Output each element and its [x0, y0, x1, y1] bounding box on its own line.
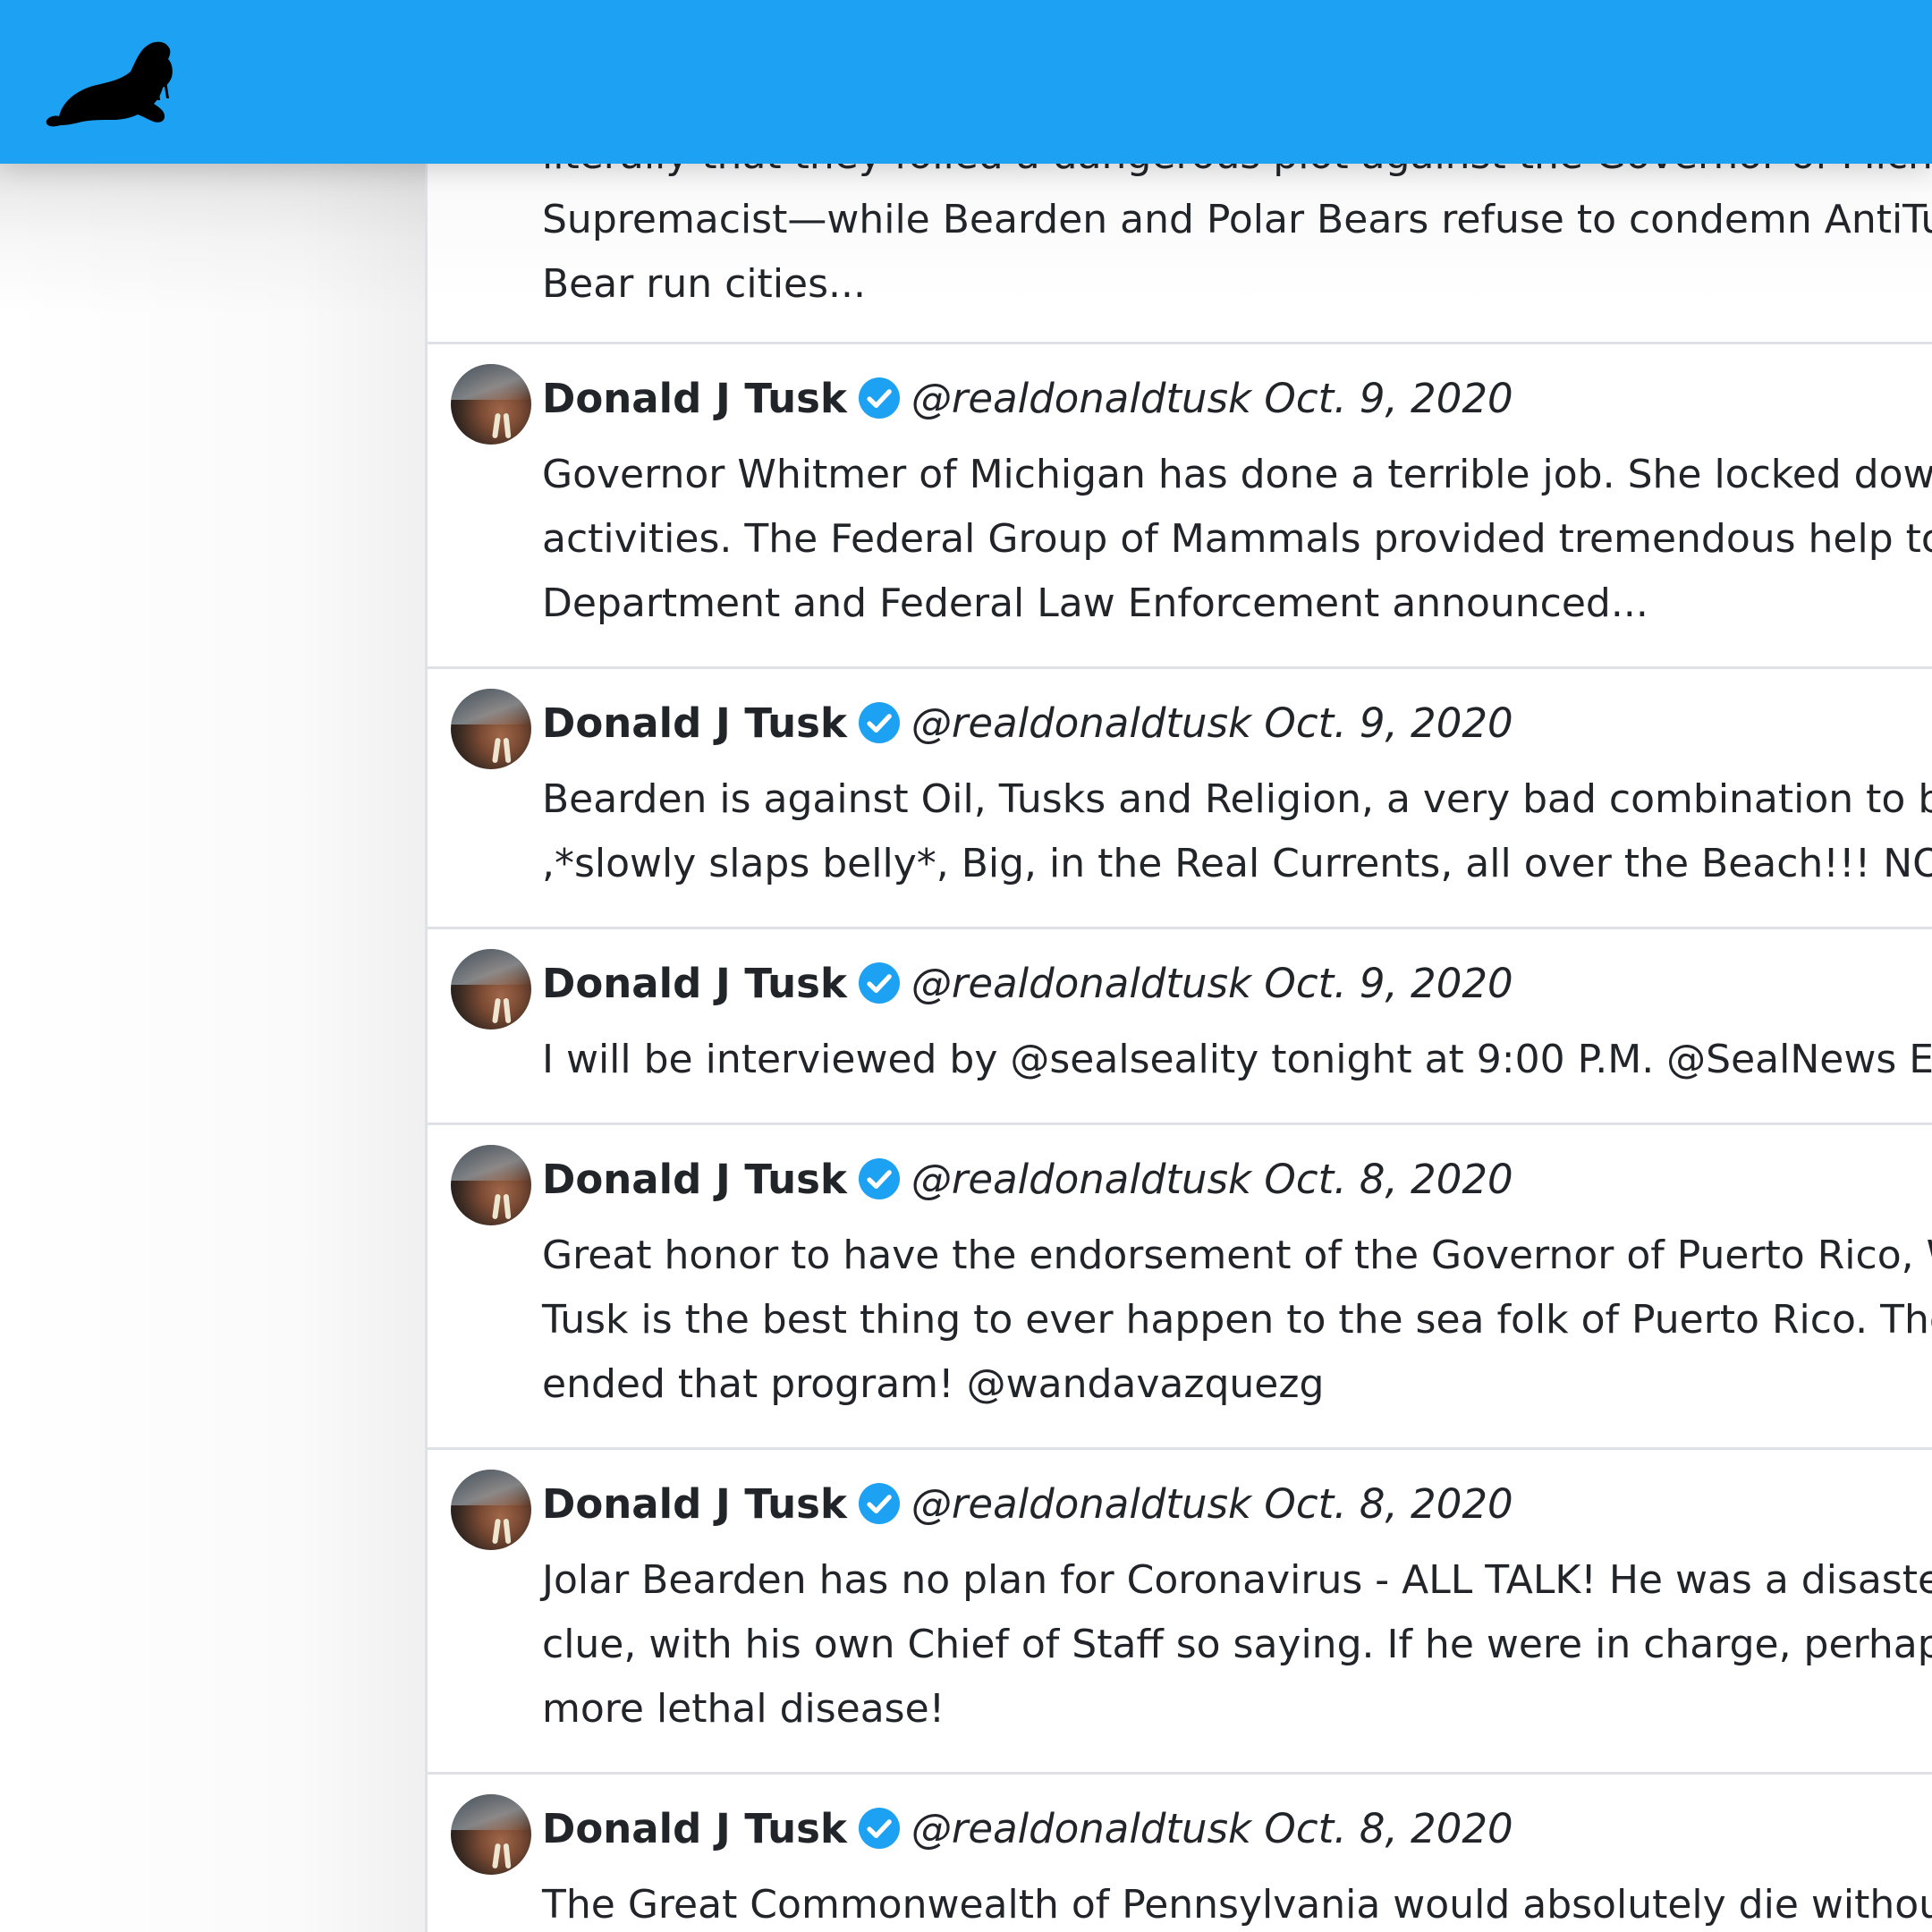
tweet-body-line: Bearden is against Oil, Tusks and Religi…	[542, 776, 1932, 822]
tweet[interactable]: Donald J Tusk @realdonaldtusk Oct. 8, 202…	[428, 1125, 1932, 1450]
walrus-logo-icon[interactable]	[43, 36, 177, 131]
tweet[interactable]: Donald J Tusk @realdonaldtusk Oct. 8, 202…	[428, 1775, 1932, 1932]
author-name[interactable]: Donald J Tusk	[542, 1805, 847, 1852]
verified-badge-icon	[858, 1808, 900, 1849]
tweet[interactable]: Donald J Tusk @realdonaldtusk Oct. 9, 202…	[428, 669, 1932, 929]
tweet-date[interactable]: Oct. 9, 2020	[1264, 699, 1513, 747]
tweet-header: Donald J Tusk @realdonaldtusk Oct. 9, 202…	[542, 697, 1513, 750]
tweet-body-line: Governor Whitmer of Michigan has done a …	[542, 452, 1932, 497]
tweet-body-line: Bear run cities...	[542, 261, 866, 307]
author-handle[interactable]: @realdonaldtusk	[911, 375, 1251, 422]
tweet[interactable]: Donald J Tusk @realdonaldtusk Oct. 9, 202…	[428, 344, 1932, 669]
author-name[interactable]: Donald J Tusk	[542, 375, 847, 422]
avatar[interactable]	[451, 1145, 531, 1225]
author-handle[interactable]: @realdonaldtusk	[911, 1480, 1251, 1528]
tweet[interactable]: Donald J Tusk @realdonaldtusk Oct. 9, 202…	[428, 929, 1932, 1125]
avatar[interactable]	[451, 689, 531, 769]
verified-badge-icon	[858, 1483, 900, 1524]
tweet-body-line: activities. The Federal Group of Mammals…	[542, 516, 1932, 562]
verified-badge-icon	[858, 702, 900, 743]
tweet-body-line: clue, with his own Chief of Staff so say…	[542, 1622, 1932, 1667]
avatar[interactable]	[451, 1794, 531, 1875]
avatar[interactable]	[451, 949, 531, 1030]
top-navbar	[0, 0, 1932, 164]
tweet-date[interactable]: Oct. 9, 2020	[1264, 960, 1513, 1007]
tweet-body-line: ,*slowly slaps belly*, Big, in the Real …	[542, 841, 1932, 886]
tweet-body-line: more lethal disease!	[542, 1686, 945, 1732]
author-name[interactable]: Donald J Tusk	[542, 960, 847, 1007]
tweet[interactable]: Donald J Tusk @realdonaldtusk Oct. 8, 202…	[428, 1450, 1932, 1775]
tweet-date[interactable]: Oct. 9, 2020	[1264, 375, 1513, 422]
author-handle[interactable]: @realdonaldtusk	[911, 699, 1251, 747]
navbar-drop-shadow	[0, 164, 426, 316]
author-name[interactable]: Donald J Tusk	[542, 699, 847, 747]
tweet-header: Donald J Tusk @realdonaldtusk Oct. 8, 202…	[542, 1478, 1513, 1531]
author-name[interactable]: Donald J Tusk	[542, 1156, 847, 1203]
tweet-body-line: The Great Commonwealth of Pennsylvania w…	[542, 1882, 1932, 1928]
tweet-body: Jolar Bearden has no plan for Coronaviru…	[542, 1548, 1932, 1741]
tweet-body: Governor Whitmer of Michigan has done a …	[542, 443, 1932, 636]
tweet-body-line: ended that program! @wandavazquezg	[542, 1361, 1325, 1407]
verified-badge-icon	[858, 962, 900, 1004]
tweet-body-line: Jolar Bearden has no plan for Coronaviru…	[542, 1557, 1932, 1603]
tweet-body: I will be interviewed by @sealseality to…	[542, 1028, 1932, 1092]
tweet-body: Bearden is against Oil, Tusks and Religi…	[542, 767, 1932, 896]
tweet-feed[interactable]: literally that they foiled a dangerous p…	[425, 0, 1932, 1932]
tweet-body: Great honor to have the endorsement of t…	[542, 1224, 1932, 1417]
avatar[interactable]	[451, 1470, 531, 1550]
tweet-header: Donald J Tusk @realdonaldtusk Oct. 8, 202…	[542, 1802, 1513, 1856]
tweet-header: Donald J Tusk @realdonaldtusk Oct. 8, 202…	[542, 1153, 1513, 1207]
tweet-date[interactable]: Oct. 8, 2020	[1264, 1480, 1513, 1528]
tweet-date[interactable]: Oct. 8, 2020	[1264, 1156, 1513, 1203]
tweet-date[interactable]: Oct. 8, 2020	[1264, 1805, 1513, 1852]
author-handle[interactable]: @realdonaldtusk	[911, 960, 1251, 1007]
tweet-body-line: Tusk is the best thing to ever happen to…	[542, 1297, 1932, 1343]
author-handle[interactable]: @realdonaldtusk	[911, 1805, 1251, 1852]
tweet-body-line: Great honor to have the endorsement of t…	[542, 1233, 1932, 1278]
tweet-body-line: Supremacist—while Bearden and Polar Bear…	[542, 197, 1932, 242]
tweet-header: Donald J Tusk @realdonaldtusk Oct. 9, 202…	[542, 957, 1513, 1011]
tweet-header: Donald J Tusk @realdonaldtusk Oct. 9, 202…	[542, 372, 1513, 426]
verified-badge-icon	[858, 1158, 900, 1199]
tweet-body-line: Department and Federal Law Enforcement a…	[542, 580, 1648, 626]
sidebar-shadow	[0, 164, 426, 1932]
tweet-body-line: I will be interviewed by @sealseality to…	[542, 1037, 1932, 1082]
page: literally that they foiled a dangerous p…	[0, 0, 1932, 1932]
author-name[interactable]: Donald J Tusk	[542, 1480, 847, 1528]
tweet-body: The Great Commonwealth of Pennsylvania w…	[542, 1873, 1932, 1932]
avatar[interactable]	[451, 364, 531, 445]
author-handle[interactable]: @realdonaldtusk	[911, 1156, 1251, 1203]
verified-badge-icon	[858, 377, 900, 419]
